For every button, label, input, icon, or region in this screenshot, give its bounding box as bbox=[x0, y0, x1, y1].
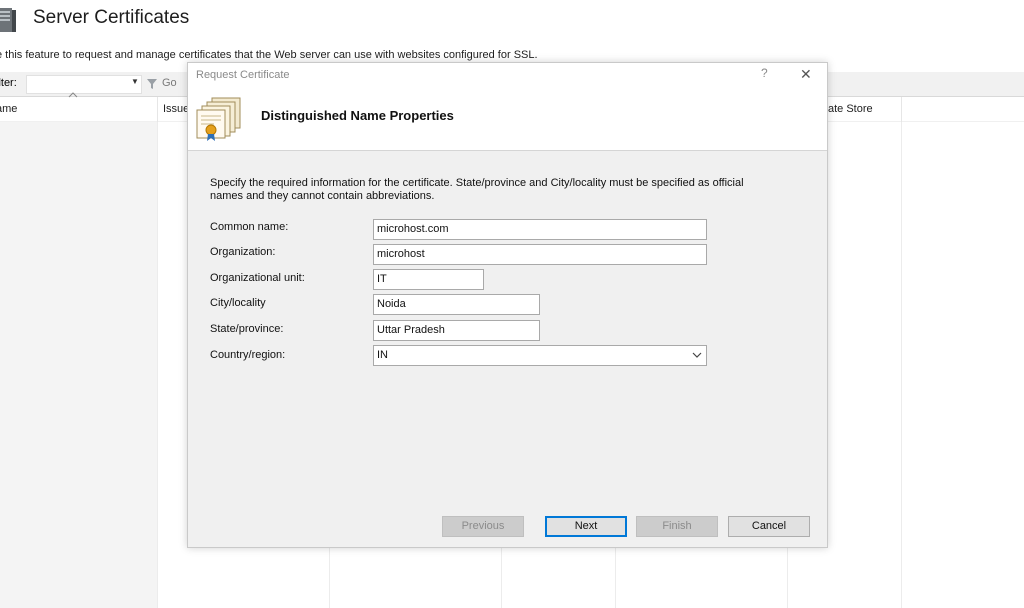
page-description: e this feature to request and manage cer… bbox=[0, 49, 538, 61]
dialog-window-title: Request Certificate bbox=[196, 69, 290, 81]
server-icon bbox=[0, 8, 16, 32]
common-name-label: Common name: bbox=[210, 221, 289, 233]
filter-label: ilter: bbox=[0, 77, 17, 89]
common-name-input[interactable]: microhost.com bbox=[373, 219, 707, 240]
close-button[interactable]: ✕ bbox=[800, 66, 812, 83]
column-header-certificate-store[interactable]: ate Store bbox=[828, 103, 873, 115]
filter-dropdown-icon[interactable]: ▼ bbox=[131, 77, 139, 86]
column-divider[interactable] bbox=[901, 97, 902, 122]
column-divider[interactable] bbox=[157, 97, 158, 122]
grid-line bbox=[901, 122, 902, 608]
dialog-header: Distinguished Name Properties bbox=[188, 88, 827, 151]
state-input[interactable]: Uttar Pradesh bbox=[373, 320, 540, 341]
previous-button[interactable]: Previous bbox=[442, 516, 524, 537]
go-button[interactable]: Go bbox=[162, 77, 177, 89]
organization-label: Organization: bbox=[210, 246, 276, 258]
country-select[interactable]: IN bbox=[373, 345, 707, 366]
country-select-value: IN bbox=[377, 349, 388, 361]
city-label: City/locality bbox=[210, 297, 266, 309]
funnel-icon[interactable] bbox=[146, 78, 158, 90]
page-title: Server Certificates bbox=[33, 7, 190, 28]
column-header-name[interactable]: ame bbox=[0, 103, 17, 115]
certificate-icon bbox=[196, 97, 241, 141]
grid-line bbox=[157, 122, 158, 608]
request-certificate-dialog: Request Certificate ? ✕ Distinguished Na… bbox=[187, 62, 828, 548]
organization-input[interactable]: microhost bbox=[373, 244, 707, 265]
state-label: State/province: bbox=[210, 323, 284, 335]
next-button[interactable]: Next bbox=[545, 516, 627, 537]
help-button[interactable]: ? bbox=[761, 66, 768, 80]
instructions-text: Specify the required information for the… bbox=[210, 177, 744, 202]
chevron-down-icon bbox=[692, 352, 702, 358]
column-header-issued-to[interactable]: Issue bbox=[163, 103, 189, 115]
cancel-button[interactable]: Cancel bbox=[728, 516, 810, 537]
sort-ascending-icon bbox=[68, 92, 78, 98]
dialog-heading: Distinguished Name Properties bbox=[261, 108, 454, 123]
filter-input[interactable] bbox=[26, 75, 142, 94]
organizational-unit-input[interactable]: IT bbox=[373, 269, 484, 290]
dialog-titlebar[interactable]: Request Certificate ? ✕ bbox=[188, 63, 827, 88]
name-column-area bbox=[0, 122, 157, 608]
country-label: Country/region: bbox=[210, 349, 286, 361]
organizational-unit-label: Organizational unit: bbox=[210, 272, 305, 284]
finish-button[interactable]: Finish bbox=[636, 516, 718, 537]
city-input[interactable]: Noida bbox=[373, 294, 540, 315]
